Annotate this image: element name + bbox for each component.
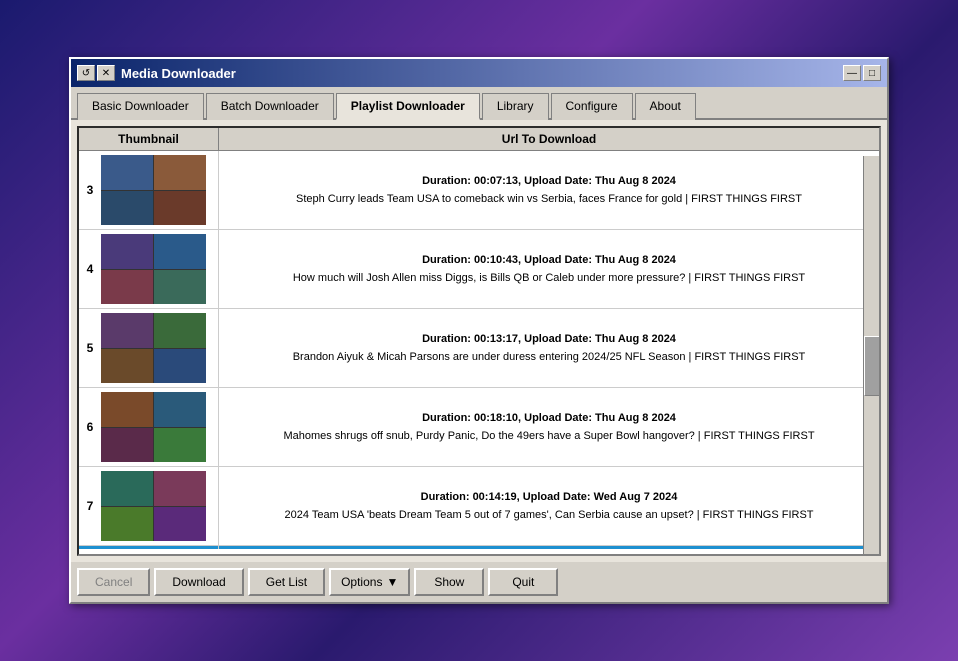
left-buttons: ↺ ✕ (77, 65, 115, 81)
thumbnail-cell: 4 (79, 230, 219, 308)
title-bar: ↺ ✕ Media Downloader — □ (71, 59, 887, 87)
tab-configure[interactable]: Configure (551, 93, 633, 120)
right-window-buttons: — □ (843, 65, 881, 81)
thumbnail-cell: 7 (79, 467, 219, 545)
table-row[interactable]: 6 Duration: 00:18:10, Upload Date: Thu A… (79, 388, 879, 467)
thumbnail-7 (101, 471, 206, 541)
duration-6: Duration: 00:18:10, Upload Date: Thu Aug… (227, 411, 871, 426)
options-label: Options (341, 575, 382, 589)
thumbnail-5 (101, 313, 206, 383)
duration-3: Duration: 00:07:13, Upload Date: Thu Aug… (227, 174, 871, 189)
title-3: Steph Curry leads Team USA to comeback w… (227, 192, 871, 206)
col-thumbnail-header: Thumbnail (79, 128, 219, 150)
content-area: Thumbnail Url To Download 3 (71, 120, 887, 562)
row-info-3: Duration: 00:07:13, Upload Date: Thu Aug… (219, 170, 879, 210)
title-6: Mahomes shrugs off snub, Purdy Panic, Do… (227, 429, 871, 443)
tab-about[interactable]: About (635, 93, 696, 120)
options-chevron-icon: ▼ (386, 575, 398, 589)
table-header: Thumbnail Url To Download (79, 128, 879, 151)
title-4: How much will Josh Allen miss Diggs, is … (227, 271, 871, 285)
table-row[interactable]: 4 Duration: 00:10:43, Upload Date: Thu A… (79, 230, 879, 309)
row-number-6: 6 (83, 420, 97, 434)
get-list-button[interactable]: Get List (248, 568, 325, 596)
scrollbar-track (863, 156, 879, 554)
download-button[interactable]: Download (154, 568, 243, 596)
col-url-header: Url To Download (219, 128, 879, 150)
row-number-7: 7 (83, 499, 97, 513)
row-number-5: 5 (83, 341, 97, 355)
window-title: Media Downloader (121, 66, 236, 81)
title-7: 2024 Team USA 'beats Dream Team 5 out of… (227, 508, 871, 522)
main-window: ↺ ✕ Media Downloader — □ Basic Downloade… (69, 57, 889, 604)
row-number-4: 4 (83, 262, 97, 276)
scrollbar-thumb[interactable] (864, 336, 880, 396)
minimize-button[interactable]: — (843, 65, 861, 81)
title-5: Brandon Aiyuk & Micah Parsons are under … (227, 350, 871, 364)
thumbnail-cell: 5 (79, 309, 219, 387)
thumbnail-cell: 6 (79, 388, 219, 466)
cancel-button[interactable]: Cancel (77, 568, 150, 596)
row-info-7: Duration: 00:14:19, Upload Date: Wed Aug… (219, 486, 879, 526)
row-info-4: Duration: 00:10:43, Upload Date: Thu Aug… (219, 249, 879, 289)
maximize-button[interactable]: □ (863, 65, 881, 81)
duration-5: Duration: 00:13:17, Upload Date: Thu Aug… (227, 332, 871, 347)
title-bar-left: ↺ ✕ Media Downloader (77, 65, 236, 81)
table-body[interactable]: 3 Duration: 00:07:13, Upload Date: Thu A… (79, 151, 879, 549)
thumbnail-3 (101, 155, 206, 225)
row-info-6: Duration: 00:18:10, Upload Date: Thu Aug… (219, 407, 879, 447)
table-row[interactable]: 7 Duration: 00:14:19, Upload Date: Wed A… (79, 467, 879, 546)
tab-library[interactable]: Library (482, 93, 549, 120)
table-row[interactable]: 8 Duration: 01:29:00, Upload Date: Wed A… (79, 546, 879, 549)
playlist-table: Thumbnail Url To Download 3 (77, 126, 881, 556)
table-row[interactable]: 5 Duration: 00:13:17, Upload Date: Thu A… (79, 309, 879, 388)
duration-7: Duration: 00:14:19, Upload Date: Wed Aug… (227, 490, 871, 505)
show-button[interactable]: Show (414, 568, 484, 596)
close-title-button[interactable]: ✕ (97, 65, 115, 81)
options-button[interactable]: Options ▼ (329, 568, 410, 596)
row-number-3: 3 (83, 183, 97, 197)
thumbnail-4 (101, 234, 206, 304)
row-info-5: Duration: 00:13:17, Upload Date: Thu Aug… (219, 328, 879, 368)
tab-batch-downloader[interactable]: Batch Downloader (206, 93, 334, 120)
quit-button[interactable]: Quit (488, 568, 558, 596)
duration-4: Duration: 00:10:43, Upload Date: Thu Aug… (227, 253, 871, 268)
table-row[interactable]: 3 Duration: 00:07:13, Upload Date: Thu A… (79, 151, 879, 230)
thumbnail-cell: 3 (79, 151, 219, 229)
tab-bar: Basic Downloader Batch Downloader Playli… (71, 87, 887, 120)
bottom-bar: Cancel Download Get List Options ▼ Show … (71, 562, 887, 602)
thumbnail-6 (101, 392, 206, 462)
refresh-button[interactable]: ↺ (77, 65, 95, 81)
tab-playlist-downloader[interactable]: Playlist Downloader (336, 93, 480, 120)
tab-basic-downloader[interactable]: Basic Downloader (77, 93, 204, 120)
thumbnail-cell: 8 (79, 546, 219, 549)
